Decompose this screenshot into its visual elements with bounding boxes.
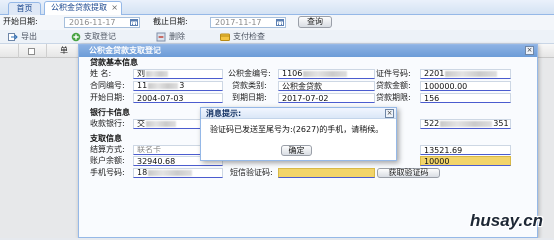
available-balance-field[interactable] <box>420 145 511 155</box>
withdraw-amount-field[interactable] <box>420 156 511 166</box>
add-icon <box>71 32 81 42</box>
get-code-button[interactable]: 获取验证码 <box>377 168 440 178</box>
loan-type-field[interactable] <box>278 81 375 91</box>
delete-icon <box>156 32 166 42</box>
query-button[interactable]: 查询 <box>298 16 332 28</box>
end-date-label: 截止日期: <box>153 17 188 26</box>
tab-label: 公积金贷款提取 <box>51 3 107 12</box>
loan-start-date-field[interactable] <box>133 93 223 103</box>
id-number-value: 2201 <box>424 69 445 78</box>
redacted-block <box>148 82 179 89</box>
loan-info-heading: 贷款基本信息 <box>90 58 138 67</box>
fund-number-field[interactable]: 1106 <box>278 69 375 79</box>
register-withdrawal-label: 支取登记 <box>84 32 116 41</box>
tab-close-icon[interactable]: × <box>111 2 118 14</box>
start-date-label: 开始日期: <box>3 17 38 26</box>
contract-number-suffix: 3 <box>179 81 185 90</box>
phone-prefix: 18 <box>137 168 148 177</box>
message-close-icon[interactable]: × <box>385 109 394 118</box>
phone-field[interactable]: 18 <box>133 168 223 178</box>
bank-label: 收款银行: <box>90 119 125 128</box>
payment-check-button[interactable]: 支付检查 <box>220 32 280 42</box>
tab-bar: 首页 公积金贷款提取 × <box>0 0 554 15</box>
id-number-field[interactable]: 2201 <box>420 69 511 79</box>
contract-number-label: 合同编号: <box>90 81 125 90</box>
loan-amount-field[interactable] <box>420 81 511 91</box>
payment-check-icon <box>220 33 230 41</box>
start-date-input[interactable]: 2016-11-17 <box>64 17 140 28</box>
select-all-checkbox[interactable] <box>28 48 35 55</box>
tab-home[interactable]: 首页 <box>8 2 41 15</box>
grid-column-header[interactable]: 单 <box>60 46 68 56</box>
contract-number-prefix: 11 <box>137 81 148 90</box>
redacted-block <box>440 120 493 127</box>
loan-end-date-label: 到期日期: <box>232 93 267 102</box>
toolbar: 导出 支取登记 删除 支付检查 <box>0 30 554 44</box>
withdrawal-info-heading: 支取信息 <box>90 134 122 143</box>
redacted-block <box>148 169 193 176</box>
bank-account-suffix: 351 <box>493 119 509 128</box>
redacted-block <box>445 70 498 77</box>
dialog-title-text: 公积金贷款支取登记 <box>89 46 161 55</box>
loan-end-date-field[interactable] <box>278 93 375 103</box>
redacted-block <box>303 70 348 77</box>
calendar-icon[interactable] <box>130 19 138 26</box>
message-title: 消息提示: <box>201 108 396 119</box>
name-field[interactable]: 刘 <box>133 69 223 79</box>
bank-account-prefix: 522 <box>424 119 440 128</box>
account-balance-label: 账户余额: <box>90 156 125 165</box>
message-text: 验证码已发送至尾号为:(2627)的手机，请稍候。 <box>210 125 384 134</box>
calendar-icon[interactable] <box>276 19 284 26</box>
column-divider <box>18 44 19 58</box>
loan-start-date-label: 开始日期: <box>90 93 125 102</box>
settlement-method-value: 联名卡 <box>137 145 161 154</box>
register-withdrawal-button[interactable]: 支取登记 <box>71 32 131 42</box>
column-divider <box>46 44 47 58</box>
loan-amount-label: 贷款金额: <box>376 81 411 90</box>
bank-value: 交 <box>137 119 145 128</box>
fund-number-value: 1106 <box>282 69 303 78</box>
contract-number-field[interactable]: 11 3 <box>133 81 223 91</box>
settlement-method-label: 结算方式: <box>90 145 125 154</box>
name-label: 姓 名: <box>90 69 112 78</box>
end-date-input[interactable]: 2017-11-17 <box>210 17 286 28</box>
app-window: 首页 公积金贷款提取 × 开始日期: 2016-11-17 截止日期: 2017… <box>0 0 554 238</box>
delete-button[interactable]: 删除 <box>156 32 196 42</box>
ok-button[interactable]: 确定 <box>281 145 312 156</box>
dialog-title: 公积金贷款支取登记 <box>79 45 537 57</box>
fund-number-label: 公积金编号: <box>228 69 271 78</box>
payment-check-label: 支付检查 <box>233 32 265 41</box>
loan-type-label: 贷款类别: <box>232 81 267 90</box>
tab-loan-withdrawal[interactable]: 公积金贷款提取 × <box>44 1 122 15</box>
sms-code-input[interactable] <box>278 168 375 178</box>
bank-info-heading: 银行卡信息 <box>90 108 130 117</box>
message-dialog: 消息提示: × 验证码已发送至尾号为:(2627)的手机，请稍候。 确定 <box>200 107 397 161</box>
loan-term-label: 贷款期限: <box>376 93 411 102</box>
watermark-logo: husay.cn <box>470 211 544 230</box>
filter-bar: 开始日期: 2016-11-17 截止日期: 2017-11-17 查询 <box>0 15 554 30</box>
redacted-block <box>146 70 168 77</box>
end-date-value: 2017-11-17 <box>215 18 262 27</box>
export-icon <box>8 33 18 41</box>
bank-account-field[interactable]: 522 351 <box>420 119 511 129</box>
phone-label: 手机号码: <box>90 168 125 177</box>
dialog-close-icon[interactable]: × <box>525 46 534 55</box>
delete-label: 删除 <box>169 32 185 41</box>
loan-term-field[interactable] <box>420 93 511 103</box>
redacted-block <box>146 120 176 127</box>
export-label: 导出 <box>21 32 37 41</box>
export-button[interactable]: 导出 <box>8 32 48 42</box>
sms-code-label: 短信验证码: <box>230 168 273 177</box>
name-value: 刘 <box>137 69 145 78</box>
start-date-value: 2016-11-17 <box>69 18 116 27</box>
id-number-label: 证件号码: <box>376 69 411 78</box>
